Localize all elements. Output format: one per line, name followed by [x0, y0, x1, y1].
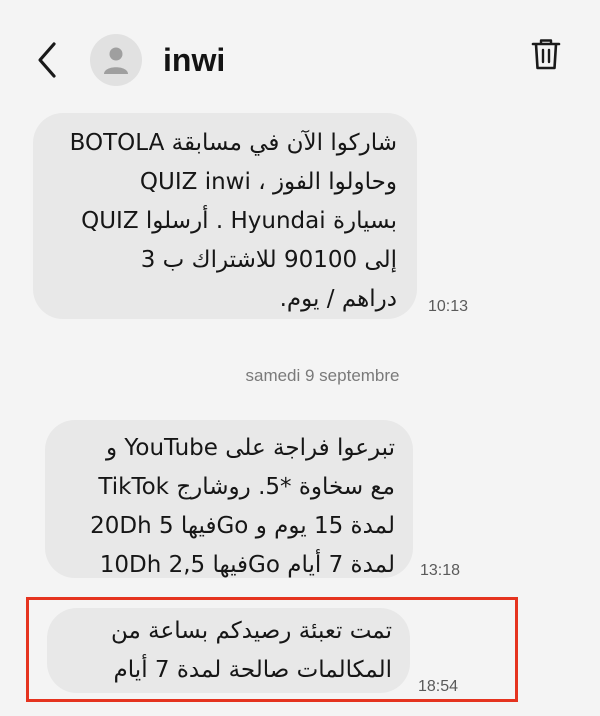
conversation-header: inwi	[0, 0, 600, 110]
message-line: إلى 90100 للاشتراك ب 3	[140, 247, 397, 273]
message-timestamp: 13:18	[420, 562, 461, 579]
date-separator: samedi 9 septembre	[245, 366, 400, 385]
message-line: 20Dh فيها 5Go لمدة 15 يوم و	[90, 513, 395, 539]
message-bubble[interactable]: شاركوا الآن في مسابقة BOTOLA QUIZ inwi ،…	[33, 113, 417, 319]
message-line: تمت تعبئة رصيدكم بساعة من	[111, 618, 392, 644]
message-timestamp: 10:13	[428, 298, 469, 315]
message-line: شاركوا الآن في مسابقة BOTOLA	[69, 130, 397, 156]
trash-icon	[531, 39, 561, 70]
person-icon	[104, 47, 128, 74]
message-line: QUIZ inwi ، وحاولوا الفوز	[139, 169, 397, 195]
chevron-left-icon	[38, 42, 56, 78]
message-line: تبرعوا فراجة على YouTube و	[105, 435, 395, 461]
message-bubble[interactable]: تبرعوا فراجة على YouTube و TikTok مع سخا…	[45, 420, 413, 578]
message-line: TikTok مع سخاوة *5. روشارج	[98, 474, 395, 500]
message-bubble[interactable]: تمت تعبئة رصيدكم بساعة من المكالمات صالح…	[47, 608, 410, 693]
message-line: المكالمات صالحة لمدة 7 أيام	[113, 657, 392, 683]
delete-button[interactable]	[530, 36, 562, 72]
avatar[interactable]	[90, 34, 142, 86]
back-button[interactable]	[30, 38, 64, 82]
message-line: دراهم / يوم.	[279, 286, 397, 312]
message-line: بسيارة Hyundai . أرسلوا QUIZ	[81, 208, 397, 234]
message-line: 10Dh فيها 2,5Go لمدة 7 أيام	[99, 552, 395, 578]
message-timestamp: 18:54	[418, 678, 459, 695]
contact-name[interactable]: inwi	[163, 38, 225, 82]
